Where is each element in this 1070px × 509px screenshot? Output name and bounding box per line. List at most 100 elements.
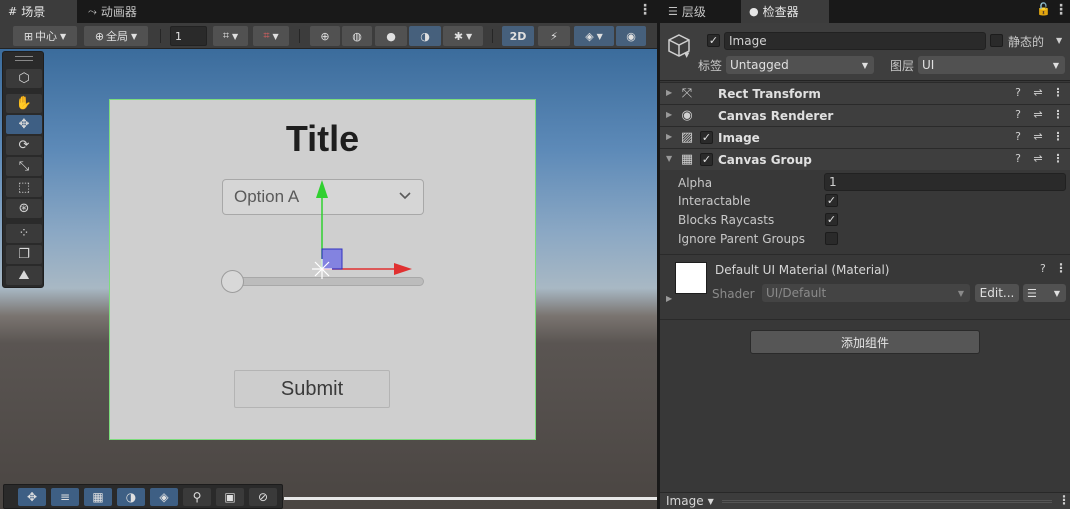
wireframe-button[interactable]: ⊕ bbox=[310, 26, 340, 46]
preview-object-dropdown[interactable]: Image ▼ bbox=[666, 494, 714, 508]
preset-icon[interactable]: ⇌ bbox=[1032, 130, 1044, 143]
help-icon[interactable]: ? bbox=[1040, 262, 1046, 275]
fold-arrow-expanded-icon[interactable]: ▼ bbox=[666, 154, 672, 163]
material-preview-swatch[interactable] bbox=[675, 262, 707, 294]
add-component-button[interactable]: 添加组件 bbox=[750, 330, 980, 354]
help-icon[interactable]: ? bbox=[1012, 86, 1024, 99]
tag-dropdown[interactable]: Untagged ▼ bbox=[726, 56, 874, 74]
pivot-dropdown[interactable]: ⊞ 中心 ▼ bbox=[13, 26, 77, 46]
effects-dropdown[interactable]: ◈ ▼ bbox=[574, 26, 614, 46]
image-enabled-checkbox[interactable]: ✓ bbox=[700, 131, 713, 144]
fold-arrow-icon[interactable]: ▶ bbox=[666, 110, 672, 119]
gizmo-y-arrow-icon[interactable] bbox=[316, 180, 328, 198]
icon-dropdown-caret-icon[interactable]: ▼ bbox=[684, 51, 689, 59]
fold-arrow-icon[interactable]: ▶ bbox=[666, 294, 672, 303]
component-menu-icon[interactable]: ⋮ bbox=[1052, 86, 1064, 99]
debug-draw-dropdown[interactable]: ✱ ▼ bbox=[443, 26, 483, 46]
active-checkbox[interactable]: ✓ bbox=[707, 34, 720, 47]
tab-scene[interactable]: # 场景 bbox=[0, 0, 77, 23]
component-rect-transform[interactable]: ▶ ⤧ Rect Transform ? ⇌ ⋮ bbox=[660, 82, 1070, 104]
shaded-wireframe-button[interactable]: ◍ bbox=[342, 26, 372, 46]
help-icon[interactable]: ? bbox=[1012, 130, 1024, 143]
static-dropdown-caret-icon[interactable]: ▼ bbox=[1056, 36, 1062, 45]
component-canvas-renderer[interactable]: ▶ ◉ Canvas Renderer ? ⇌ ⋮ bbox=[660, 104, 1070, 126]
component-menu-icon[interactable]: ⋮ bbox=[1052, 130, 1064, 143]
rect-icon: ⬚ bbox=[17, 180, 31, 195]
space-dropdown[interactable]: ⊕ 全局 ▼ bbox=[84, 26, 148, 46]
hand-tool-button[interactable]: ✋ bbox=[6, 94, 42, 113]
scene-visibility-toggle[interactable]: ◉ bbox=[616, 26, 646, 46]
component-canvas-group[interactable]: ▼ ▦ ✓ Canvas Group ? ⇌ ⋮ bbox=[660, 148, 1070, 170]
fold-arrow-icon[interactable]: ▶ bbox=[666, 132, 672, 141]
blocks-raycasts-checkbox[interactable]: ✓ bbox=[825, 213, 838, 226]
scene-more-icon[interactable]: ⋮ bbox=[638, 2, 652, 18]
object-name-field[interactable]: Image bbox=[724, 32, 986, 50]
unlit-button[interactable]: ◑ bbox=[409, 26, 441, 46]
overlay-align-button[interactable]: ≡ bbox=[51, 488, 79, 506]
component-menu-icon[interactable]: ⋮ bbox=[1052, 152, 1064, 165]
canvas-group-enabled-checkbox[interactable]: ✓ bbox=[700, 153, 713, 166]
alpha-field[interactable]: 1 bbox=[824, 173, 1066, 191]
inspector-tabbar: ☰ 层级 ● 检查器 🔓 ⋮ bbox=[660, 0, 1070, 23]
shader-dropdown[interactable]: UI/Default ▼ bbox=[762, 284, 970, 302]
component-name: Canvas Renderer bbox=[718, 109, 834, 123]
increment-snap-dropdown[interactable]: ⌗ ▼ bbox=[253, 26, 289, 46]
overlay-search-button[interactable]: ⚲ bbox=[183, 488, 211, 506]
preset-icon[interactable]: ⇌ bbox=[1032, 86, 1044, 99]
overlay-layers-button[interactable]: ◈ bbox=[150, 488, 178, 506]
overlay-move-button[interactable]: ✥ bbox=[18, 488, 46, 506]
duplicate-tool-button[interactable]: ❐ bbox=[6, 245, 42, 264]
checkmark-icon: ✓ bbox=[826, 194, 837, 207]
layer-dropdown[interactable]: UI ▼ bbox=[918, 56, 1065, 74]
fold-arrow-icon[interactable]: ▶ bbox=[666, 88, 672, 97]
rotate-tool-button[interactable]: ⟳ bbox=[6, 136, 42, 155]
overlay-navigation-button[interactable]: ⊘ bbox=[249, 488, 277, 506]
move-gizmo[interactable] bbox=[300, 174, 430, 294]
preview-resize-handle[interactable] bbox=[722, 500, 1052, 503]
tab-animator[interactable]: ⤳ 动画器 bbox=[80, 0, 160, 23]
component-image[interactable]: ▶ ▨ ✓ Image ? ⇌ ⋮ bbox=[660, 126, 1070, 148]
move-tool-button[interactable]: ✥ bbox=[6, 115, 42, 134]
gizmo-x-arrow-icon[interactable] bbox=[394, 263, 412, 275]
object-header: ▼ ✓ Image 静态的 ▼ 标签 Untagged ▼ 图层 UI ▼ bbox=[660, 23, 1070, 81]
terrain-tool-button[interactable]: ⛰ bbox=[6, 266, 42, 285]
grid-size-input[interactable]: 1 bbox=[170, 26, 207, 46]
interactable-checkbox[interactable]: ✓ bbox=[825, 194, 838, 207]
ui-title-text[interactable]: Title bbox=[110, 118, 535, 160]
shader-options-dropdown[interactable]: ☰ ▼ bbox=[1023, 284, 1066, 302]
chevron-down-icon: ▼ bbox=[272, 31, 279, 41]
shaded-button[interactable]: ● bbox=[375, 26, 407, 46]
ui-submit-button[interactable]: Submit bbox=[234, 370, 390, 408]
grid-snap-dropdown[interactable]: ⌗ ▼ bbox=[213, 26, 248, 46]
help-icon[interactable]: ? bbox=[1012, 108, 1024, 121]
overlay-grid-button[interactable]: ▦ bbox=[84, 488, 112, 506]
drag-handle-icon[interactable] bbox=[15, 56, 33, 61]
lighting-toggle[interactable]: ⚡ bbox=[538, 26, 570, 46]
view-cube-button[interactable]: ⬡ bbox=[6, 69, 42, 88]
static-checkbox[interactable] bbox=[990, 34, 1003, 47]
preset-icon[interactable]: ⇌ bbox=[1032, 108, 1044, 121]
overlay-camera-button[interactable]: ▣ bbox=[216, 488, 244, 506]
rect-tool-button[interactable]: ⬚ bbox=[6, 178, 42, 197]
custom-tool-button[interactable]: ⁘ bbox=[6, 224, 42, 243]
scene-viewport[interactable]: Title Option A Submit ⬡ ✋ ✥ ⟳ ⤡ ⬚ ⊛ ⁘ ❐ … bbox=[0, 49, 657, 509]
preview-menu-icon[interactable]: ⋮ bbox=[1058, 493, 1070, 507]
component-menu-icon[interactable]: ⋮ bbox=[1052, 108, 1064, 121]
inspector-more-icon[interactable]: ⋮ bbox=[1054, 2, 1068, 18]
scene-horizontal-scrollbar[interactable] bbox=[284, 497, 657, 500]
mode-2d-button[interactable]: 2D bbox=[502, 26, 534, 46]
scale-tool-button[interactable]: ⤡ bbox=[6, 157, 42, 176]
shader-edit-button[interactable]: Edit... bbox=[975, 284, 1019, 302]
transform-tool-button[interactable]: ⊛ bbox=[6, 199, 42, 218]
eye-icon: ◉ bbox=[681, 108, 693, 123]
ignore-parent-groups-checkbox[interactable] bbox=[825, 232, 838, 245]
help-icon[interactable]: ? bbox=[1012, 152, 1024, 165]
tab-inspector[interactable]: ● 检查器 bbox=[741, 0, 829, 23]
overlay-shading-button[interactable]: ◑ bbox=[117, 488, 145, 506]
preset-icon[interactable]: ⇌ bbox=[1032, 152, 1044, 165]
grid-icon: ▦ bbox=[92, 490, 104, 504]
material-menu-icon[interactable]: ⋮ bbox=[1055, 261, 1067, 275]
lock-icon[interactable]: 🔓 bbox=[1036, 2, 1051, 16]
ui-slider-handle[interactable] bbox=[221, 270, 244, 293]
tab-hierarchy[interactable]: ☰ 层级 bbox=[660, 0, 738, 23]
